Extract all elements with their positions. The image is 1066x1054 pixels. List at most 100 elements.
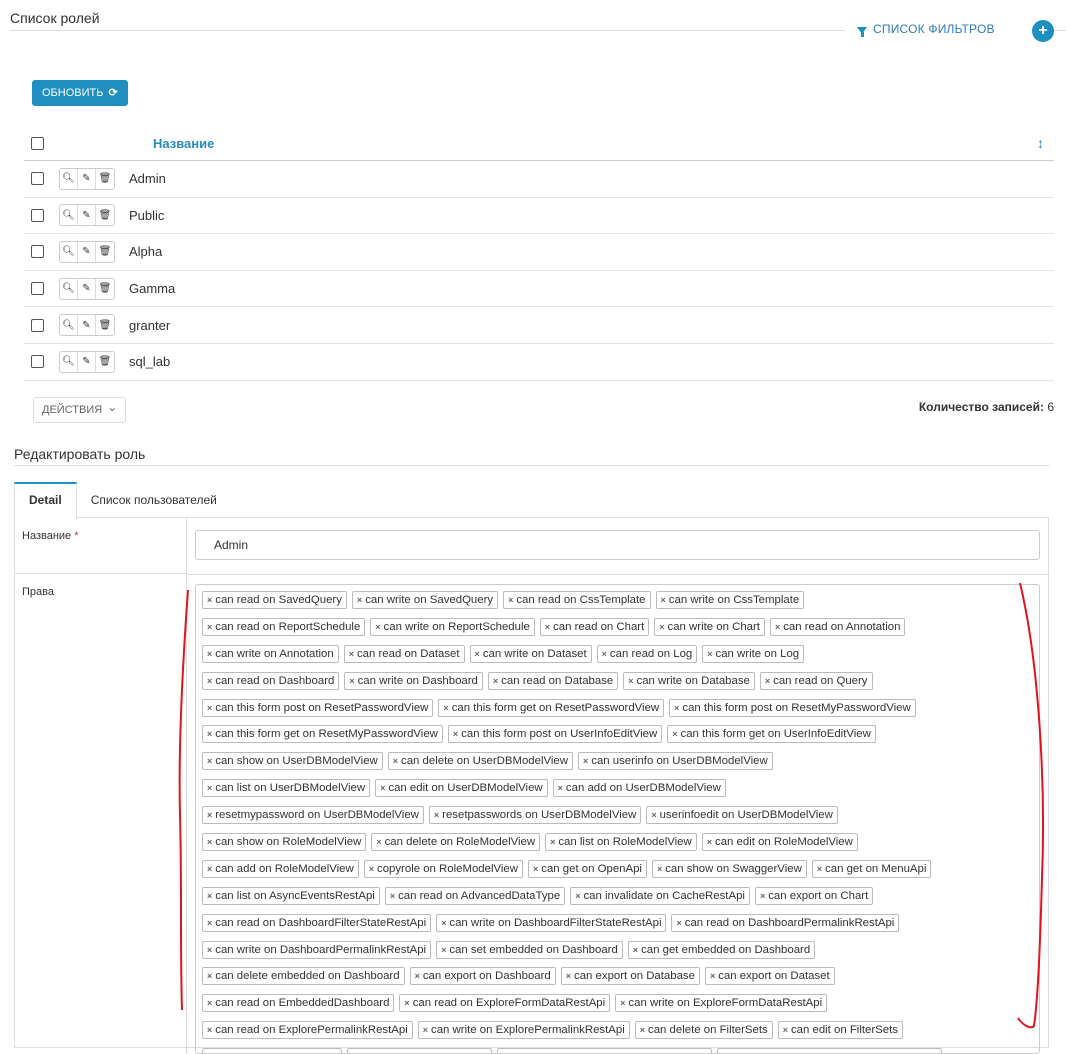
permission-chip[interactable]: × can read on Dashboard bbox=[202, 671, 340, 690]
permission-chip[interactable]: × can read on ExplorePermalinkRestApi bbox=[202, 1021, 413, 1040]
remove-icon[interactable]: × bbox=[375, 619, 380, 635]
trash-icon[interactable]: 🗑︎ bbox=[96, 315, 114, 335]
permission-chip[interactable]: × bbox=[347, 1048, 492, 1053]
permission-chip[interactable]: × can write on CssTemplate bbox=[655, 591, 805, 609]
permission-chip[interactable]: × can this form post on ResetPasswordView bbox=[202, 698, 434, 717]
remove-icon[interactable]: × bbox=[207, 995, 212, 1011]
permission-chip[interactable]: × can write on ExploreFormDataRestApi bbox=[615, 994, 828, 1013]
permission-chip[interactable]: × can export on Database bbox=[560, 967, 700, 986]
row-checkbox[interactable] bbox=[31, 208, 44, 222]
permission-chip[interactable]: × can write on Chart bbox=[654, 617, 765, 636]
permission-chip[interactable]: × can read on Log bbox=[596, 644, 698, 663]
sort-icon[interactable]: ↕ bbox=[1037, 135, 1044, 151]
remove-icon[interactable]: × bbox=[207, 673, 212, 689]
remove-icon[interactable]: × bbox=[707, 646, 712, 662]
remove-icon[interactable]: × bbox=[651, 807, 656, 823]
remove-icon[interactable]: × bbox=[566, 968, 571, 984]
remove-icon[interactable]: × bbox=[628, 673, 633, 689]
remove-icon[interactable]: × bbox=[640, 1022, 645, 1038]
remove-icon[interactable]: × bbox=[558, 780, 563, 796]
remove-icon[interactable]: × bbox=[672, 726, 677, 742]
remove-icon[interactable]: × bbox=[575, 888, 580, 904]
permission-chip[interactable]: × can write on ExplorePermalinkRestApi bbox=[417, 1021, 630, 1040]
permission-chip[interactable]: × bbox=[202, 1048, 342, 1053]
trash-icon[interactable]: 🗑︎ bbox=[96, 169, 114, 189]
remove-icon[interactable]: × bbox=[676, 915, 681, 931]
permission-chip[interactable]: × can write on Annotation bbox=[202, 644, 339, 663]
permission-chip[interactable]: × can read on Database bbox=[487, 671, 619, 690]
permission-chip[interactable]: × can this form get on ResetPasswordView bbox=[438, 698, 665, 717]
edit-icon[interactable]: ✎ bbox=[78, 241, 96, 262]
remove-icon[interactable]: × bbox=[659, 619, 664, 635]
remove-icon[interactable]: × bbox=[434, 807, 439, 823]
edit-icon[interactable]: ✎ bbox=[78, 315, 96, 336]
permission-chip[interactable]: × can list on UserDBModelView bbox=[202, 779, 371, 798]
remove-icon[interactable]: × bbox=[349, 646, 354, 662]
edit-icon[interactable]: ✎ bbox=[78, 351, 96, 372]
permission-chip[interactable]: × can read on EmbeddedDashboard bbox=[202, 994, 395, 1013]
permission-chip[interactable]: × can show on RoleModelView bbox=[202, 833, 367, 852]
search-icon[interactable]: 🔍︎ bbox=[60, 241, 78, 262]
remove-icon[interactable]: × bbox=[583, 753, 588, 769]
permission-chip[interactable]: × can delete on UserDBModelView bbox=[387, 752, 573, 771]
permission-chip[interactable]: × can get embedded on Dashboard bbox=[627, 940, 816, 959]
permission-chip[interactable]: × can edit on UserDBModelView bbox=[375, 779, 548, 798]
edit-icon[interactable]: ✎ bbox=[78, 168, 96, 189]
remove-icon[interactable]: × bbox=[393, 753, 398, 769]
permission-chip[interactable]: × can this form post on UserInfoEditView bbox=[447, 725, 663, 744]
permission-chip[interactable]: × can read on DashboardPermalinkRestApi bbox=[671, 913, 900, 932]
filters-list-button[interactable]: СПИСОК ФИЛЬТРОВ bbox=[857, 22, 995, 37]
tab-detail[interactable]: Detail bbox=[14, 482, 77, 519]
remove-icon[interactable]: × bbox=[508, 592, 513, 608]
remove-icon[interactable]: × bbox=[453, 726, 458, 742]
trash-icon[interactable]: 🗑︎ bbox=[96, 352, 114, 372]
permission-chip[interactable]: × can delete embedded on Dashboard bbox=[202, 967, 405, 986]
remove-icon[interactable]: × bbox=[545, 619, 550, 635]
remove-icon[interactable]: × bbox=[674, 700, 679, 716]
permission-chip[interactable]: × userinfoedit on UserDBModelView bbox=[646, 806, 838, 825]
row-checkbox[interactable] bbox=[31, 245, 44, 259]
remove-icon[interactable]: × bbox=[207, 807, 212, 823]
permission-chip[interactable]: × can this form get on UserInfoEditView bbox=[667, 725, 876, 744]
remove-icon[interactable]: × bbox=[207, 861, 212, 877]
permission-chip[interactable]: × can show on UserDBModelView bbox=[202, 752, 383, 771]
remove-icon[interactable]: × bbox=[760, 888, 765, 904]
remove-icon[interactable]: × bbox=[357, 592, 362, 608]
remove-icon[interactable]: × bbox=[710, 968, 715, 984]
permission-chip[interactable]: × can list on RoleModelView bbox=[545, 833, 697, 852]
permission-chip[interactable]: × can delete on RoleModelView bbox=[371, 833, 541, 852]
refresh-button[interactable]: ОБНОВИТЬ ⟳ bbox=[32, 80, 128, 106]
remove-icon[interactable]: × bbox=[493, 673, 498, 689]
permission-chip[interactable]: × can show on SwaggerView bbox=[651, 859, 807, 878]
remove-icon[interactable]: × bbox=[207, 968, 212, 984]
permission-chip[interactable]: × can write on Dashboard bbox=[344, 671, 483, 690]
search-icon[interactable]: 🔍︎ bbox=[60, 351, 78, 372]
remove-icon[interactable]: × bbox=[775, 619, 780, 635]
permission-chip[interactable]: × can this form post on ResetMyPasswordVi… bbox=[669, 698, 916, 717]
permission-chip[interactable]: × can export on Chart bbox=[754, 886, 874, 905]
trash-icon[interactable]: 🗑︎ bbox=[96, 205, 114, 225]
remove-icon[interactable]: × bbox=[657, 861, 662, 877]
remove-icon[interactable]: × bbox=[475, 646, 480, 662]
permission-chip[interactable]: × copyrole on RoleModelView bbox=[363, 859, 523, 878]
permission-chip[interactable]: × can write on Dataset bbox=[469, 644, 592, 663]
permission-chip[interactable]: × resetpasswords on UserDBModelView bbox=[428, 806, 642, 825]
remove-icon[interactable]: × bbox=[207, 1049, 212, 1053]
permission-chip[interactable]: × can read on AdvancedDataType bbox=[384, 886, 566, 905]
permission-chip[interactable]: × can get on MenuApi bbox=[811, 859, 932, 878]
remove-icon[interactable]: × bbox=[533, 861, 538, 877]
remove-icon[interactable]: × bbox=[633, 942, 638, 958]
permission-chip[interactable]: × can edit on FilterSets bbox=[777, 1021, 903, 1040]
row-checkbox[interactable] bbox=[31, 318, 44, 332]
permission-chip[interactable]: × can read on Annotation bbox=[769, 617, 906, 636]
remove-icon[interactable]: × bbox=[620, 995, 625, 1011]
trash-icon[interactable]: 🗑︎ bbox=[96, 242, 114, 262]
remove-icon[interactable]: × bbox=[423, 1022, 428, 1038]
permission-chip[interactable]: × can invalidate on CacheRestApi bbox=[570, 886, 750, 905]
permission-chip[interactable]: × can write on DashboardPermalinkRestApi bbox=[202, 940, 432, 959]
remove-icon[interactable]: × bbox=[369, 861, 374, 877]
column-header-name[interactable]: Название bbox=[153, 136, 214, 151]
permission-chip[interactable]: × can read on Dataset bbox=[343, 644, 465, 663]
permission-chip[interactable]: × can write on DashboardFilterStateRestAp… bbox=[436, 913, 667, 932]
permission-chip[interactable]: × can add on RoleModelView bbox=[202, 859, 359, 878]
